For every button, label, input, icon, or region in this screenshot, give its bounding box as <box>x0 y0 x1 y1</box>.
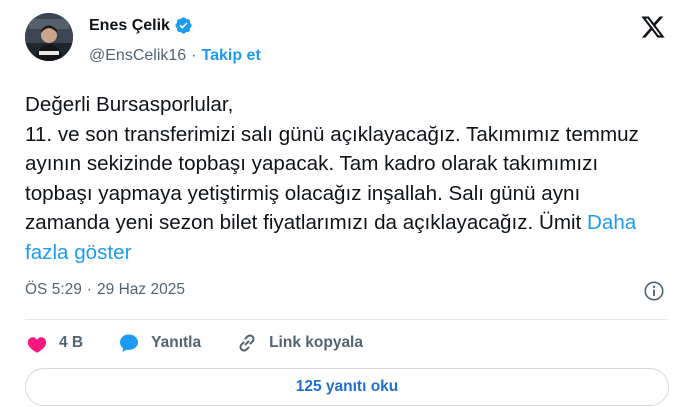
like-count: 4 B <box>59 334 84 351</box>
tweet-body: Değerli Bursasporlular, 11. ve son trans… <box>25 93 639 234</box>
link-icon <box>239 334 255 352</box>
handle-separator: · <box>191 47 197 64</box>
avatar[interactable] <box>25 13 73 61</box>
copy-link-button[interactable]: Link kopyala <box>235 331 363 355</box>
reply-bubble-icon <box>120 334 139 352</box>
tweet-text: Değerli Bursasporlular, 11. ve son trans… <box>25 90 655 267</box>
author-name[interactable]: Enes Çelik <box>89 17 170 35</box>
heart-icon <box>27 337 47 353</box>
divider <box>25 319 667 320</box>
author-handle[interactable]: @EnsCelik16 <box>89 47 186 65</box>
x-logo-icon[interactable] <box>640 14 666 40</box>
verified-badge-icon <box>175 17 192 34</box>
avatar-photo <box>25 13 73 61</box>
action-bar: 4 B Yanıtla Link kopyala <box>25 329 397 357</box>
tweet-time: ÖS 5:29 <box>25 281 82 298</box>
info-icon[interactable] <box>643 280 665 302</box>
reply-button[interactable]: Yanıtla <box>117 331 201 355</box>
like-button[interactable]: 4 B <box>25 331 83 355</box>
tweet-timestamp[interactable]: ÖS 5:29 · 29 Haz 2025 <box>25 281 185 299</box>
copy-link-label: Link kopyala <box>269 334 363 351</box>
timestamp-separator: · <box>86 281 93 298</box>
follow-button[interactable]: Takip et <box>202 47 261 65</box>
read-replies-button[interactable]: 125 yanıtı oku <box>25 368 669 406</box>
tweet-date: 29 Haz 2025 <box>97 281 185 298</box>
reply-label: Yanıtla <box>151 334 202 351</box>
